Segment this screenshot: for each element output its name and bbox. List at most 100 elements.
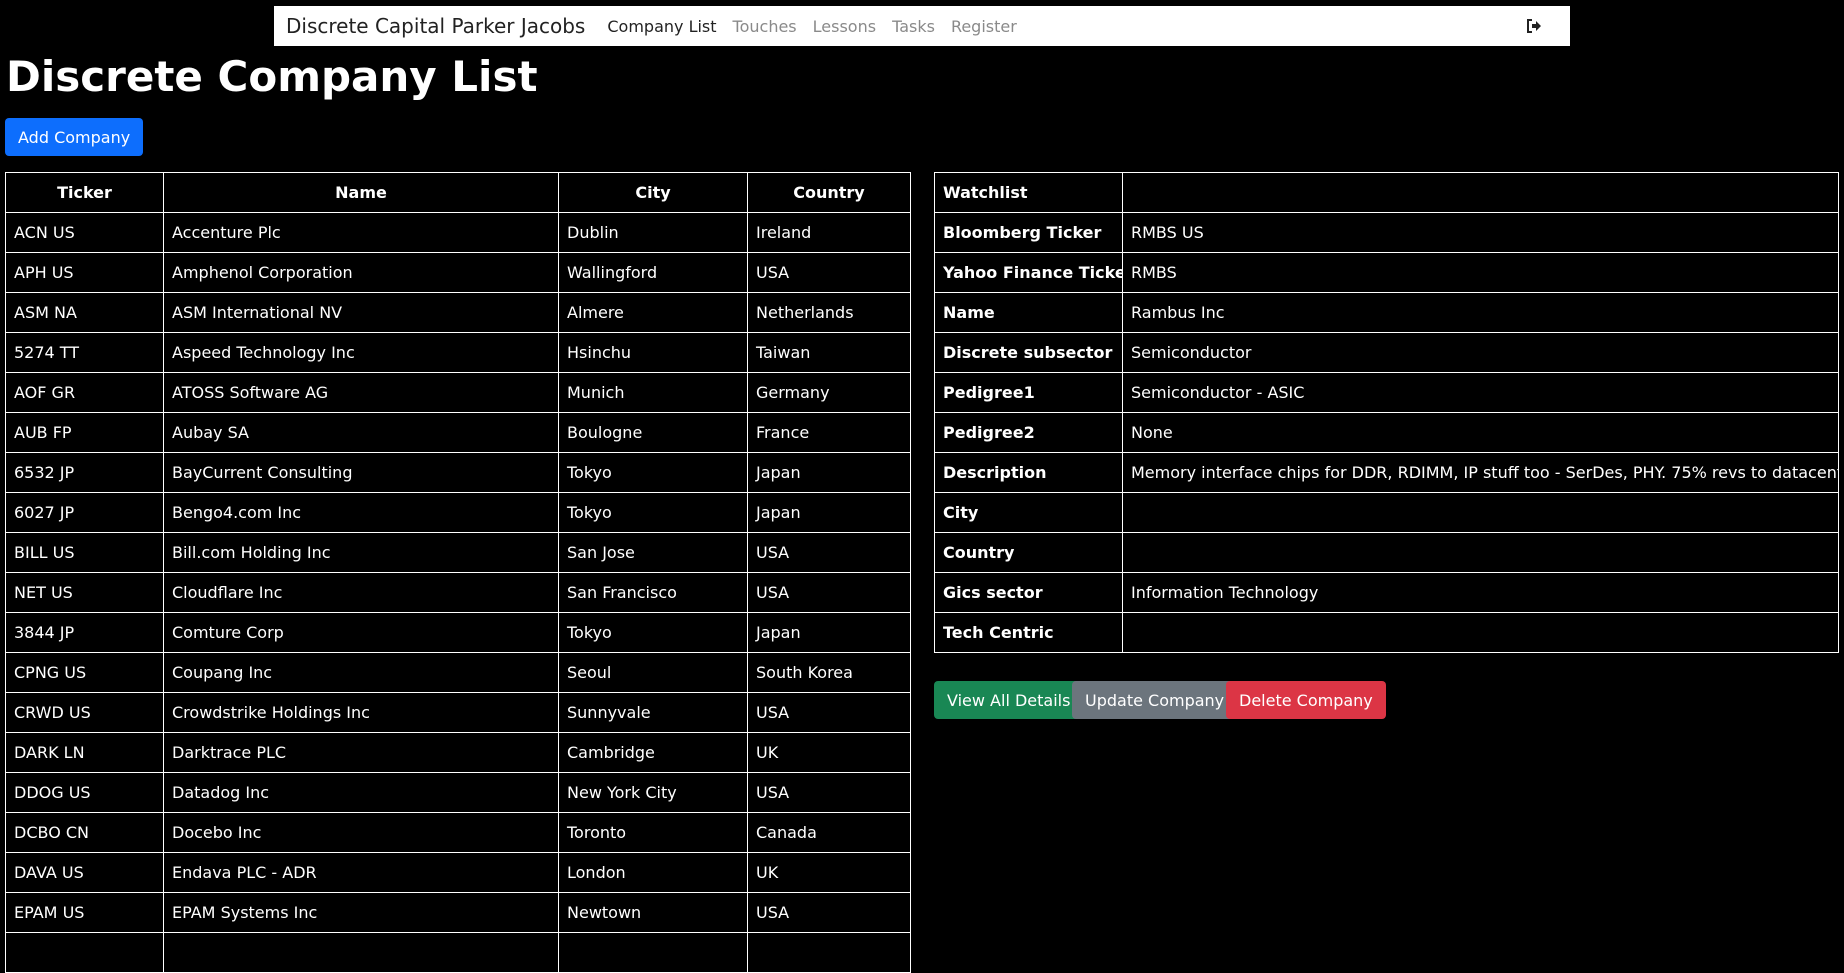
table-row[interactable]: 5274 TT Aspeed Technology Inc Hsinchu Taiwa… — [5, 332, 911, 373]
country-cell: Canada — [747, 812, 911, 853]
city-cell: London — [558, 852, 748, 893]
name-cell: Comture Corp — [163, 612, 559, 653]
nav-link-tasks[interactable]: Tasks — [892, 17, 935, 36]
table-row[interactable]: BILL US Bill.com Holding Inc San Jose USA — [5, 532, 911, 573]
table-row[interactable]: 3844 JP Comture Corp Tokyo Japan — [5, 612, 911, 653]
table-row[interactable]: ACN US Accenture Plc Dublin Ireland — [5, 212, 911, 253]
table-row[interactable]: NET US Cloudflare Inc San Francisco USA — [5, 572, 911, 613]
table-row[interactable]: DCBO CN Docebo Inc Toronto Canada — [5, 812, 911, 853]
add-company-button[interactable]: Add Company — [5, 118, 144, 156]
nav-link-company-list[interactable]: Company List — [607, 17, 716, 36]
table-row[interactable]: AOF GR ATOSS Software AG Munich Germany — [5, 372, 911, 413]
navbar: Discrete Capital Parker Jacobs Company L… — [274, 6, 1570, 46]
name-cell: Amphenol Corporation — [163, 252, 559, 293]
column-header-city[interactable]: City — [558, 172, 748, 213]
table-row[interactable] — [5, 932, 911, 973]
table-row[interactable]: CPNG US Coupang Inc Seoul South Korea — [5, 652, 911, 693]
nav-link-touches[interactable]: Touches — [733, 17, 797, 36]
detail-row: Bloomberg Ticker RMBS US — [934, 212, 1839, 253]
country-cell: France — [747, 412, 911, 453]
ticker-cell: CPNG US — [5, 652, 164, 693]
delete-company-button[interactable]: Delete Company — [1226, 681, 1386, 719]
table-row[interactable]: 6532 JP BayCurrent Consulting Tokyo Japan — [5, 452, 911, 493]
name-cell — [163, 932, 559, 973]
view-all-details-button[interactable]: View All Details — [934, 681, 1084, 719]
city-cell: Newtown — [558, 892, 748, 933]
table-row[interactable]: DDOG US Datadog Inc New York City USA — [5, 772, 911, 813]
detail-label: Yahoo Finance Ticker — [934, 252, 1123, 293]
nav-link-lessons[interactable]: Lessons — [813, 17, 876, 36]
detail-row: Country — [934, 532, 1839, 573]
city-cell: Seoul — [558, 652, 748, 693]
detail-row: City — [934, 492, 1839, 533]
ticker-cell: DAVA US — [5, 852, 164, 893]
nav-link-register[interactable]: Register — [951, 17, 1017, 36]
column-header-name[interactable]: Name — [163, 172, 559, 213]
ticker-cell: 6532 JP — [5, 452, 164, 493]
update-company-button[interactable]: Update Company — [1072, 681, 1238, 719]
ticker-cell: EPAM US — [5, 892, 164, 933]
column-header-country[interactable]: Country — [747, 172, 911, 213]
country-cell: Japan — [747, 492, 911, 533]
detail-value: None — [1122, 412, 1839, 453]
name-cell: Docebo Inc — [163, 812, 559, 853]
ticker-cell: ACN US — [5, 212, 164, 253]
name-cell: Bill.com Holding Inc — [163, 532, 559, 573]
country-cell: USA — [747, 892, 911, 933]
ticker-cell: NET US — [5, 572, 164, 613]
table-row[interactable]: AUB FP Aubay SA Boulogne France — [5, 412, 911, 453]
country-cell: UK — [747, 732, 911, 773]
ticker-cell: CRWD US — [5, 692, 164, 733]
detail-row: Discrete subsector Semiconductor — [934, 332, 1839, 373]
sign-out-icon[interactable] — [1524, 16, 1544, 36]
ticker-cell: 5274 TT — [5, 332, 164, 373]
name-cell: EPAM Systems Inc — [163, 892, 559, 933]
navbar-brand[interactable]: Discrete Capital Parker Jacobs — [286, 14, 585, 38]
country-cell: South Korea — [747, 652, 911, 693]
ticker-cell: 6027 JP — [5, 492, 164, 533]
country-cell: Japan — [747, 612, 911, 653]
detail-value — [1122, 492, 1839, 533]
city-cell: Cambridge — [558, 732, 748, 773]
table-row[interactable]: DAVA US Endava PLC - ADR London UK — [5, 852, 911, 893]
detail-label: City — [934, 492, 1123, 533]
detail-label: Discrete subsector — [934, 332, 1123, 373]
detail-value: RMBS US — [1122, 212, 1839, 253]
column-header-ticker[interactable]: Ticker — [5, 172, 164, 213]
city-cell: New York City — [558, 772, 748, 813]
table-row[interactable]: CRWD US Crowdstrike Holdings Inc Sunnyvale… — [5, 692, 911, 733]
ticker-cell: BILL US — [5, 532, 164, 573]
country-cell: USA — [747, 772, 911, 813]
name-cell: Aspeed Technology Inc — [163, 332, 559, 373]
country-cell: USA — [747, 532, 911, 573]
country-cell: UK — [747, 852, 911, 893]
name-cell: BayCurrent Consulting — [163, 452, 559, 493]
detail-value — [1122, 172, 1839, 213]
detail-row: Name Rambus Inc — [934, 292, 1839, 333]
detail-label: Pedigree2 — [934, 412, 1123, 453]
ticker-cell: APH US — [5, 252, 164, 293]
detail-row: Watchlist — [934, 172, 1839, 213]
country-cell: Germany — [747, 372, 911, 413]
city-cell: Munich — [558, 372, 748, 413]
ticker-cell: AUB FP — [5, 412, 164, 453]
name-cell: Crowdstrike Holdings Inc — [163, 692, 559, 733]
table-row[interactable]: DARK LN Darktrace PLC Cambridge UK — [5, 732, 911, 773]
city-cell — [558, 932, 748, 973]
ticker-cell: AOF GR — [5, 372, 164, 413]
table-row[interactable]: 6027 JP Bengo4.com Inc Tokyo Japan — [5, 492, 911, 533]
detail-label: Bloomberg Ticker — [934, 212, 1123, 253]
city-cell: Tokyo — [558, 492, 748, 533]
city-cell: San Francisco — [558, 572, 748, 613]
ticker-cell: DDOG US — [5, 772, 164, 813]
name-cell: ASM International NV — [163, 292, 559, 333]
table-row[interactable]: ASM NA ASM International NV Almere Netherla… — [5, 292, 911, 333]
detail-value: RMBS — [1122, 252, 1839, 293]
detail-row: Gics sector Information Technology — [934, 572, 1839, 613]
country-cell: Japan — [747, 452, 911, 493]
name-cell: ATOSS Software AG — [163, 372, 559, 413]
detail-value: Memory interface chips for DDR, RDIMM, I… — [1122, 452, 1839, 493]
table-row[interactable]: EPAM US EPAM Systems Inc Newtown USA — [5, 892, 911, 933]
name-cell: Coupang Inc — [163, 652, 559, 693]
table-row[interactable]: APH US Amphenol Corporation Wallingford USA — [5, 252, 911, 293]
